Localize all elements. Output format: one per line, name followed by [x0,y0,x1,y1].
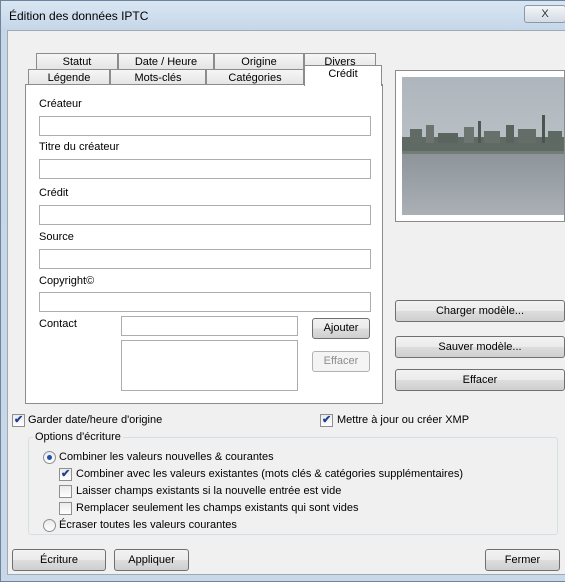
close-button[interactable]: X [524,5,565,23]
createur-input[interactable] [39,116,371,136]
check-mark-icon: ✔ [61,468,71,480]
ajouter-button[interactable]: Ajouter [312,318,370,339]
image-preview [395,70,565,222]
sauver-modele-button[interactable]: Sauver modèle... [395,336,565,358]
combiner-existantes-checkbox[interactable]: ✔ [59,468,72,481]
mettre-a-jour-xmp-checkbox[interactable]: ✔ [320,414,333,427]
radio-selected-dot [47,455,52,460]
check-mark-icon: ✔ [14,414,24,426]
options-ecriture-title: Options d'écriture [33,431,123,443]
remplacer-vides-checkbox[interactable] [59,502,72,515]
tab-credit[interactable]: Crédit [304,65,382,86]
check-mark-icon: ✔ [322,414,332,426]
appliquer-button[interactable]: Appliquer [114,549,189,571]
window-title: Édition des données IPTC [9,9,149,23]
tab-statut[interactable]: Statut [36,53,118,70]
source-input[interactable] [39,249,371,269]
credit-label: Crédit [39,187,69,199]
effacer-button[interactable]: Effacer [395,369,565,391]
createur-label: Créateur [39,98,82,110]
preview-image [402,77,564,215]
laisser-champs-checkbox[interactable] [59,485,72,498]
mettre-a-jour-xmp-label[interactable]: Mettre à jour ou créer XMP [337,414,469,426]
charger-modele-button[interactable]: Charger modèle... [395,300,565,322]
garder-date-checkbox[interactable]: ✔ [12,414,25,427]
credit-input[interactable] [39,205,371,225]
combiner-radio[interactable] [43,451,56,464]
garder-date-label[interactable]: Garder date/heure d'origine [28,414,162,426]
remplacer-vides-label[interactable]: Remplacer seulement les champs existants… [76,502,358,514]
copyright-input[interactable] [39,292,371,312]
copyright-label: Copyright© [39,275,95,287]
titre-createur-label: Titre du créateur [39,141,120,153]
effacer-contact-button[interactable]: Effacer [312,351,370,372]
close-icon: X [541,8,549,20]
contact-list[interactable] [121,340,298,391]
laisser-champs-label[interactable]: Laisser champs existants si la nouvelle … [76,485,341,497]
tab-date-heure[interactable]: Date / Heure [118,53,214,70]
title-bar[interactable]: Édition des données IPTC X [1,1,565,31]
ecraser-label[interactable]: Écraser toutes les valeurs courantes [59,519,237,531]
contact-label: Contact [39,318,77,330]
fermer-button[interactable]: Fermer [485,549,560,571]
titre-createur-input[interactable] [39,159,371,179]
tab-origine[interactable]: Origine [214,53,304,70]
combiner-label[interactable]: Combiner les valeurs nouvelles & courant… [59,451,274,463]
source-label: Source [39,231,74,243]
combiner-existantes-label[interactable]: Combiner avec les valeurs existantes (mo… [76,468,463,480]
contact-input[interactable] [121,316,298,336]
ecriture-button[interactable]: Écriture [12,549,106,571]
ecraser-radio[interactable] [43,519,56,532]
